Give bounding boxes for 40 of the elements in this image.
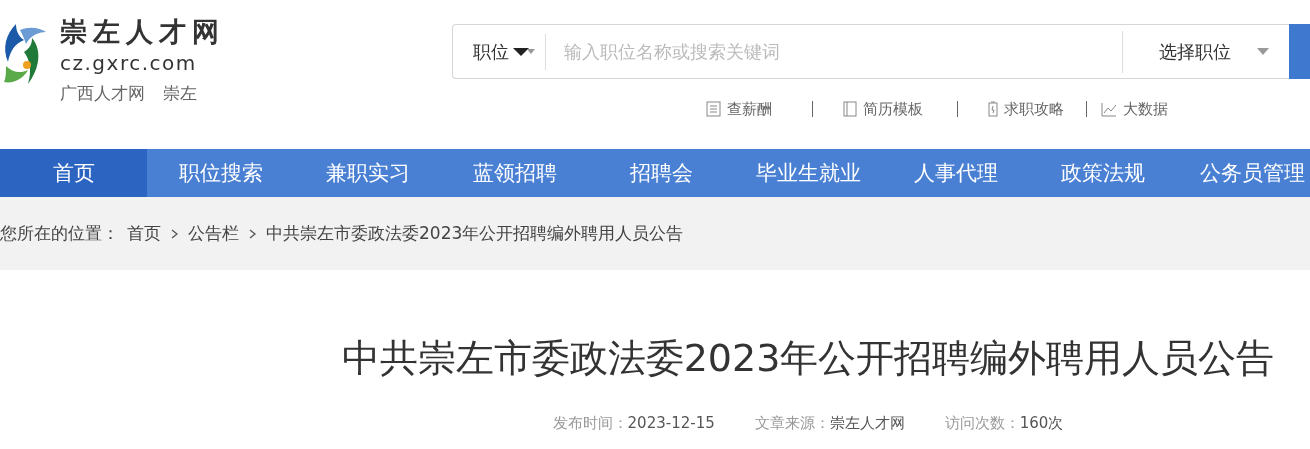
nav-tab[interactable]: 公务员管理 [1176,149,1309,197]
meta-value: 160次 [1019,414,1064,432]
quick-link[interactable]: 简历模板 [812,101,957,117]
breadcrumb-prefix: 您所在的位置： [0,222,119,245]
quick-link[interactable]: 大数据 [1086,101,1182,117]
meta-value: 2023-12-15 [627,414,715,432]
notebook-icon [843,101,857,117]
nav-tab[interactable]: 政策法规 [1029,149,1176,197]
site-domain: cz.gxrc.com [60,50,198,76]
nav-tab[interactable]: 职位搜索 [147,149,294,197]
nav-tab[interactable]: 兼职实习 [294,149,441,197]
meta-label: 访问次数： [944,414,1020,432]
logo-icon [2,22,46,86]
line-chart-icon [1101,101,1117,117]
meta-label: 发布时间： [552,414,628,432]
nav-tab[interactable]: 首页 [0,149,147,197]
document-icon [706,101,721,117]
quick-link[interactable]: 查薪酬 [706,101,812,117]
breadcrumb-link[interactable]: 中共崇左市委政法委2023年公开招聘编外聘用人员公告 [266,222,684,245]
search-field[interactable]: 职位 输入职位名称或搜索关键词 选择职位 [452,24,1289,79]
site-name: 崇左人才网 [60,15,225,49]
battery-icon [988,101,998,117]
caret-icon [1257,48,1269,55]
nav-tab[interactable]: 招聘会 [588,149,735,197]
article-title: 中共崇左市委政法委2023年公开招聘编外聘用人员公告 [340,335,1276,382]
meta-label: 文章来源： [754,414,830,432]
nav-tab[interactable]: 毕业生就业 [735,149,882,197]
chevron-icon [249,228,256,239]
quick-link[interactable]: 求职攻略 [957,101,1086,117]
caret-icon [513,47,535,56]
chevron-icon [171,228,178,239]
nav-tab[interactable]: 蓝领招聘 [441,149,588,197]
search-button[interactable] [1289,24,1310,79]
breadcrumb-link[interactable]: 公告栏 [188,222,239,245]
meta-value: 崇左人才网 [829,414,905,432]
site-subtitle: 崇左 [163,82,197,105]
site-subtitle: 广西人才网 [60,82,145,105]
nav-tab[interactable]: 人事代理 [882,149,1029,197]
breadcrumb-link[interactable]: 首页 [127,222,161,245]
category-dropdown[interactable]: 职位 [453,33,546,70]
